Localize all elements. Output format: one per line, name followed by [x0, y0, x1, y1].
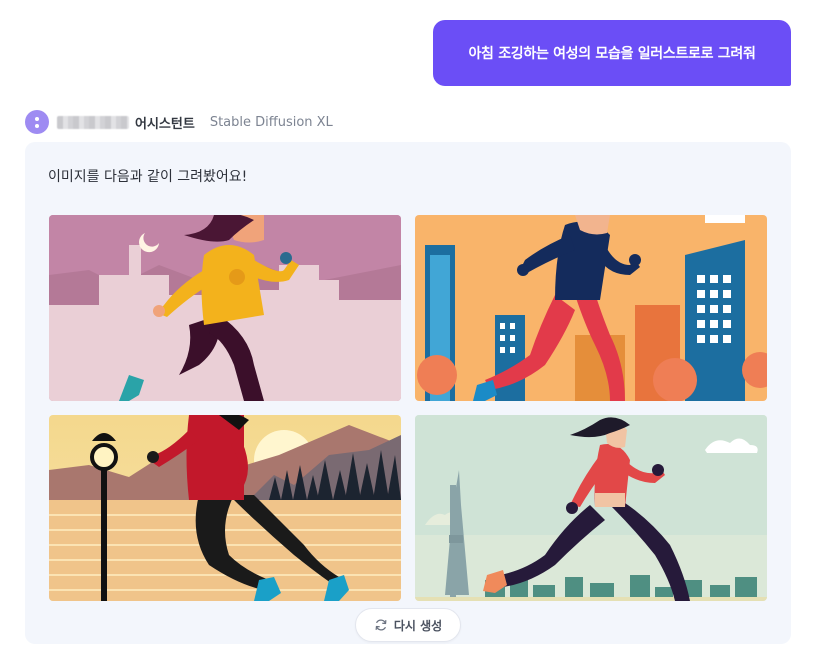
woman-jogging-city-autumn-illustration — [415, 215, 767, 401]
answer-card: 이미지를 다음과 같이 그려봤어요! 다시 생성 — [25, 142, 791, 644]
blurred-name-prefix — [57, 115, 129, 129]
chat-page: 아침 조깅하는 여성의 모습을 일러스트로로 그려줘 어시스턴트 Stable … — [0, 0, 818, 660]
assistant-avatar-icon — [25, 110, 49, 134]
assistant-name: 어시스턴트 — [135, 116, 195, 132]
model-name: Stable Diffusion XL — [209, 114, 333, 130]
generated-image-4[interactable] — [415, 415, 767, 601]
generated-image-2[interactable] — [415, 215, 767, 401]
woman-jogging-skyline-tower-illustration — [415, 415, 767, 601]
refresh-icon — [375, 619, 387, 631]
woman-jogging-night-city-illustration — [49, 215, 401, 401]
user-message-bubble: 아침 조깅하는 여성의 모습을 일러스트로로 그려줘 — [433, 20, 791, 86]
regenerate-label: 다시 생성 — [393, 618, 443, 633]
generated-image-3[interactable] — [49, 415, 401, 601]
answer-text: 이미지를 다음과 같이 그려봤어요! — [48, 169, 248, 185]
user-message-text: 아침 조깅하는 여성의 모습을 일러스트로로 그려줘 — [468, 46, 756, 62]
generated-image-1[interactable] — [49, 215, 401, 401]
woman-jogging-lakeside-sunrise-illustration — [49, 415, 401, 601]
assistant-header: 어시스턴트 Stable Diffusion XL — [25, 110, 333, 134]
regenerate-button[interactable]: 다시 생성 — [355, 608, 461, 642]
